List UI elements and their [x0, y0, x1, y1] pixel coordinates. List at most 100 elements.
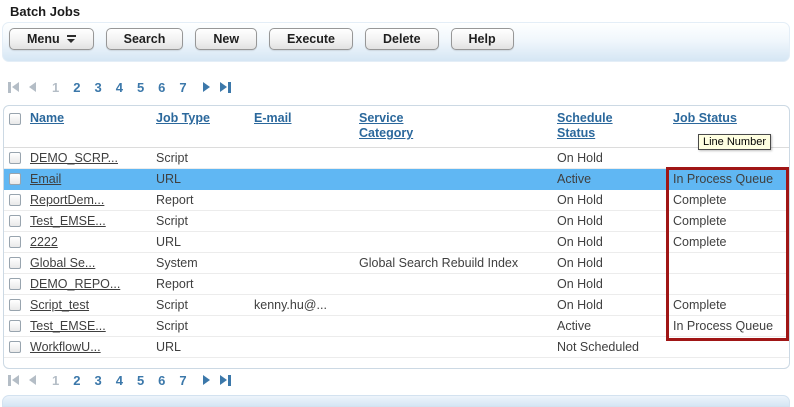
column-header-service-category[interactable]: Service Category — [359, 111, 425, 141]
pager-prev-button — [29, 82, 36, 92]
table-row: DEMO_SCRP... Script On Hold — [4, 147, 789, 168]
menu-button[interactable]: Menu — [9, 28, 94, 50]
cell-job-status — [671, 336, 789, 357]
cell-schedule-status: On Hold — [555, 273, 671, 294]
cell-job-type: Report — [154, 273, 252, 294]
table-row: WorkflowU... URL Not Scheduled — [4, 336, 789, 357]
cell-job-status — [671, 273, 789, 294]
cell-schedule-status: On Hold — [555, 147, 671, 168]
cell-email — [252, 273, 357, 294]
pager-next-button[interactable] — [203, 375, 210, 385]
cell-email: kenny.hu@... — [252, 294, 357, 315]
table-row: Script_test Script kenny.hu@... On Hold … — [4, 294, 789, 315]
pager-page-5[interactable]: 5 — [137, 80, 144, 95]
pager-page-5[interactable]: 5 — [137, 373, 144, 388]
cell-email — [252, 168, 357, 189]
row-checkbox[interactable] — [9, 341, 21, 353]
cell-job-status: Complete — [671, 210, 789, 231]
cell-schedule-status: On Hold — [555, 210, 671, 231]
execute-button[interactable]: Execute — [269, 28, 353, 50]
cell-schedule-status: Active — [555, 315, 671, 336]
select-all-checkbox[interactable] — [9, 113, 21, 125]
table-row: Email URL Active In Process Queue — [4, 168, 789, 189]
row-name-link[interactable]: Test_EMSE... — [30, 319, 114, 333]
menu-button-label: Menu — [27, 32, 60, 46]
cell-job-status: Complete — [671, 294, 789, 315]
new-button[interactable]: New — [195, 28, 257, 50]
cell-service-category — [357, 147, 555, 168]
cell-email — [252, 252, 357, 273]
table-header-row: Name Job Type E-mail Service Category Sc… — [4, 106, 789, 147]
row-name-link[interactable]: Global Se... — [30, 256, 103, 270]
row-checkbox[interactable] — [9, 278, 21, 290]
pager-page-6[interactable]: 6 — [158, 373, 165, 388]
column-header-job-status[interactable]: Job Status — [673, 111, 737, 126]
pager-page-4[interactable]: 4 — [116, 80, 123, 95]
column-header-name[interactable]: Name — [30, 111, 64, 126]
cell-service-category — [357, 168, 555, 189]
row-checkbox[interactable] — [9, 299, 21, 311]
column-header-schedule-status[interactable]: Schedule Status — [557, 111, 623, 141]
pager-page-3[interactable]: 3 — [94, 80, 101, 95]
pager-page-1: 1 — [52, 80, 59, 95]
cell-job-type: Script — [154, 147, 252, 168]
row-name-link[interactable]: Script_test — [30, 298, 97, 312]
cell-service-category — [357, 189, 555, 210]
cell-service-category — [357, 273, 555, 294]
row-checkbox[interactable] — [9, 152, 21, 164]
pager-page-4[interactable]: 4 — [116, 373, 123, 388]
first-page-icon — [8, 375, 11, 386]
pager-last-button[interactable] — [220, 375, 231, 386]
row-name-link[interactable]: Test_EMSE... — [30, 214, 114, 228]
pager-page-7[interactable]: 7 — [179, 373, 186, 388]
line-number-tooltip: Line Number — [698, 134, 771, 150]
row-name-link[interactable]: WorkflowU... — [30, 340, 109, 354]
pager-page-1: 1 — [52, 373, 59, 388]
row-checkbox[interactable] — [9, 194, 21, 206]
row-name-link[interactable]: Email — [30, 172, 69, 186]
row-name-link[interactable]: DEMO_SCRP... — [30, 151, 126, 165]
cell-email — [252, 189, 357, 210]
pager-next-button[interactable] — [203, 82, 210, 92]
column-header-email[interactable]: E-mail — [254, 111, 292, 126]
cell-schedule-status: On Hold — [555, 294, 671, 315]
pager-page-6[interactable]: 6 — [158, 80, 165, 95]
next-page-icon — [203, 375, 210, 385]
cell-schedule-status: On Hold — [555, 189, 671, 210]
cell-service-category — [357, 336, 555, 357]
pager-last-button[interactable] — [220, 82, 231, 93]
column-header-job-type[interactable]: Job Type — [156, 111, 210, 126]
pager-pages: 1234567 — [52, 80, 187, 95]
table-row: ReportDem... Report On Hold Complete — [4, 189, 789, 210]
pager-first-button — [8, 375, 19, 386]
help-button[interactable]: Help — [451, 28, 514, 50]
pager-page-2[interactable]: 2 — [73, 373, 80, 388]
row-name-link[interactable]: ReportDem... — [30, 193, 112, 207]
pager-page-7[interactable]: 7 — [179, 80, 186, 95]
jobs-table-body: DEMO_SCRP... Script On Hold Email URL Ac… — [4, 147, 789, 357]
pager-page-3[interactable]: 3 — [94, 373, 101, 388]
cell-service-category: Global Search Rebuild Index — [357, 252, 555, 273]
cell-email — [252, 210, 357, 231]
search-button[interactable]: Search — [106, 28, 184, 50]
pager-page-2[interactable]: 2 — [73, 80, 80, 95]
cell-service-category — [357, 294, 555, 315]
pager-prev-button — [29, 375, 36, 385]
row-checkbox[interactable] — [9, 257, 21, 269]
cell-job-status: Complete — [671, 189, 789, 210]
row-checkbox[interactable] — [9, 215, 21, 227]
delete-button[interactable]: Delete — [365, 28, 439, 50]
row-checkbox[interactable] — [9, 173, 21, 185]
row-checkbox[interactable] — [9, 320, 21, 332]
row-name-link[interactable]: DEMO_REPO... — [30, 277, 128, 291]
cell-job-status — [671, 252, 789, 273]
table-row: 2222 URL On Hold Complete — [4, 231, 789, 252]
bottom-panel-edge — [2, 395, 790, 407]
cell-schedule-status: On Hold — [555, 252, 671, 273]
row-checkbox[interactable] — [9, 236, 21, 248]
cell-schedule-status: Not Scheduled — [555, 336, 671, 357]
cell-job-type: Script — [154, 315, 252, 336]
cell-job-status: Complete — [671, 231, 789, 252]
row-name-link[interactable]: 2222 — [30, 235, 66, 249]
cell-job-type: System — [154, 252, 252, 273]
